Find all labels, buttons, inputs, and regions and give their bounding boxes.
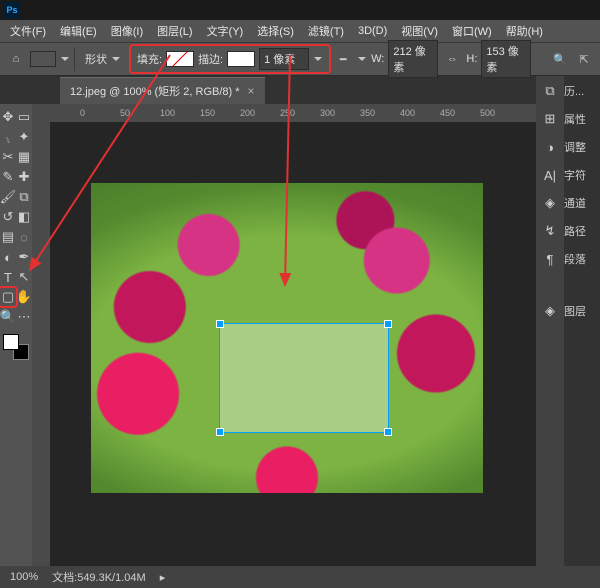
w-field[interactable]: 212 像素 — [388, 40, 438, 78]
ps-logo: Ps — [4, 2, 20, 18]
tool-preset-dd[interactable] — [60, 54, 70, 64]
search-icon[interactable]: 🔍 — [550, 49, 570, 69]
stroke-type[interactable]: ━ — [333, 49, 353, 69]
edit-toolbar[interactable]: ⋯ — [16, 308, 32, 326]
fill-label: 填充: — [137, 51, 162, 67]
status-bar: 100% 文档:549.3K/1.04M ▸ — [0, 566, 600, 588]
menu-edit[interactable]: 编辑(E) — [54, 21, 103, 41]
canvas[interactable] — [50, 122, 524, 554]
panel-character[interactable]: 字符 — [564, 166, 600, 184]
marquee-tool[interactable]: ▭ — [16, 108, 32, 126]
character-icon[interactable]: A| — [540, 166, 560, 184]
channels-icon[interactable]: ◈ — [540, 194, 560, 212]
wand-tool[interactable]: ✦ — [16, 128, 32, 146]
mode-label: 形状 — [85, 51, 107, 67]
tool-preset[interactable] — [30, 51, 56, 67]
menu-view[interactable]: 视图(V) — [395, 21, 444, 41]
home-icon[interactable]: ⌂ — [6, 49, 26, 69]
menu-bar: 文件(F) 编辑(E) 图像(I) 图层(L) 文字(Y) 选择(S) 滤镜(T… — [0, 20, 600, 42]
rectangle-shape[interactable] — [219, 323, 389, 433]
brush-tool[interactable]: 🖌 — [0, 188, 16, 206]
lasso-tool[interactable]: 𓏰 — [0, 128, 16, 146]
stroke-width-dd[interactable] — [313, 54, 323, 64]
stroke-type-dd[interactable] — [357, 54, 367, 64]
h-field[interactable]: 153 像素 — [481, 40, 531, 78]
heal-tool[interactable]: ✚ — [16, 168, 32, 186]
menu-window[interactable]: 窗口(W) — [446, 21, 498, 41]
doc-info[interactable]: 文档:549.3K/1.04M — [52, 569, 146, 585]
pen-tool[interactable]: ✒ — [16, 248, 32, 266]
zoom-tool[interactable]: 🔍 — [0, 308, 16, 326]
history-brush-tool[interactable]: ↺ — [0, 208, 16, 226]
hand-tool[interactable]: ✋ — [16, 288, 32, 306]
panel-channels[interactable]: 通道 — [564, 194, 600, 212]
fg-bg-swatch[interactable] — [3, 334, 29, 360]
menu-image[interactable]: 图像(I) — [105, 21, 149, 41]
toolbox: ✥▭ 𓏰✦ ✂▦ ✎✚ 🖌⧉ ↺◧ ▤◌ ◐✒ T↖ ▢✋ 🔍⋯ — [0, 104, 32, 566]
ruler-vertical[interactable] — [32, 104, 50, 566]
foreground-color[interactable] — [3, 334, 19, 350]
share-icon[interactable]: ⇱ — [574, 49, 594, 69]
type-tool[interactable]: T — [0, 268, 16, 286]
workspace: 0 50 100 150 200 250 300 350 400 450 500 — [32, 104, 536, 566]
stamp-tool[interactable]: ⧉ — [16, 188, 32, 206]
options-bar: ⌂ 形状 填充: 描边: 1 像素 ━ W: 212 像素 ⇔ H: 153 像… — [0, 42, 600, 76]
document-image — [91, 183, 483, 493]
h-label: H: — [466, 53, 477, 65]
move-tool[interactable]: ✥ — [0, 108, 16, 126]
fill-swatch[interactable] — [166, 51, 194, 67]
ruler-horizontal[interactable]: 0 50 100 150 200 250 300 350 400 450 500 — [50, 104, 536, 122]
handle-bottom-right[interactable] — [384, 428, 392, 436]
doc-tab-title: 12.jpeg @ 100% (矩形 2, RGB/8) * — [70, 83, 240, 99]
panel-adjustments[interactable]: 调整 — [564, 138, 600, 156]
eyedropper-tool[interactable]: ✎ — [0, 168, 16, 186]
menu-select[interactable]: 选择(S) — [251, 21, 300, 41]
w-label: W: — [371, 53, 384, 65]
frame-tool[interactable]: ▦ — [16, 148, 32, 166]
right-panel-collapsed: ⧉ ⊞ ◑ A| ◈ ↯ ¶ ◈ 历... 属性 调整 字符 通道 路径 段落 … — [536, 76, 600, 566]
menu-help[interactable]: 帮助(H) — [500, 21, 549, 41]
menu-3d[interactable]: 3D(D) — [352, 23, 393, 39]
eraser-tool[interactable]: ◧ — [16, 208, 32, 226]
zoom-level[interactable]: 100% — [10, 571, 38, 583]
menu-type[interactable]: 文字(Y) — [201, 21, 250, 41]
paragraph-icon[interactable]: ¶ — [540, 250, 560, 268]
handle-top-right[interactable] — [384, 320, 392, 328]
menu-file[interactable]: 文件(F) — [4, 21, 52, 41]
panel-properties[interactable]: 属性 — [564, 110, 600, 128]
divider — [74, 47, 75, 71]
dodge-tool[interactable]: ◐ — [0, 248, 16, 266]
panel-paragraph[interactable]: 段落 — [564, 250, 600, 268]
layers-icon[interactable]: ◈ — [540, 302, 560, 320]
stroke-label: 描边: — [198, 51, 223, 67]
menu-layer[interactable]: 图层(L) — [151, 21, 198, 41]
history-icon[interactable]: ⧉ — [540, 82, 560, 100]
crop-tool[interactable]: ✂ — [0, 148, 16, 166]
paths-icon[interactable]: ↯ — [540, 222, 560, 240]
status-arrow[interactable]: ▸ — [160, 571, 166, 584]
gradient-tool[interactable]: ▤ — [0, 228, 16, 246]
blur-tool[interactable]: ◌ — [16, 228, 32, 246]
doc-tab-12jpeg[interactable]: 12.jpeg @ 100% (矩形 2, RGB/8) * × — [60, 77, 265, 104]
handle-bottom-left[interactable] — [216, 428, 224, 436]
handle-top-left[interactable] — [216, 320, 224, 328]
rectangle-tool[interactable]: ▢ — [0, 288, 16, 306]
fill-stroke-group: 填充: 描边: 1 像素 — [131, 46, 329, 72]
mode-dd[interactable] — [111, 54, 121, 64]
close-icon[interactable]: × — [248, 84, 255, 98]
path-select-tool[interactable]: ↖ — [16, 268, 32, 286]
stroke-width-field[interactable]: 1 像素 — [259, 48, 309, 70]
panel-layers[interactable]: 图层 — [564, 302, 600, 320]
properties-icon[interactable]: ⊞ — [540, 110, 560, 128]
adjustments-icon[interactable]: ◑ — [540, 138, 560, 156]
mode-group[interactable]: 形状 — [79, 49, 127, 69]
link-wh-icon[interactable]: ⇔ — [442, 49, 462, 69]
doc-tabs: 12.jpeg @ 100% (矩形 2, RGB/8) * × — [0, 76, 600, 104]
menu-filter[interactable]: 滤镜(T) — [302, 21, 350, 41]
panel-history[interactable]: 历... — [564, 82, 600, 100]
title-bar: Ps — [0, 0, 600, 20]
stroke-swatch[interactable] — [227, 51, 255, 67]
panel-paths[interactable]: 路径 — [564, 222, 600, 240]
